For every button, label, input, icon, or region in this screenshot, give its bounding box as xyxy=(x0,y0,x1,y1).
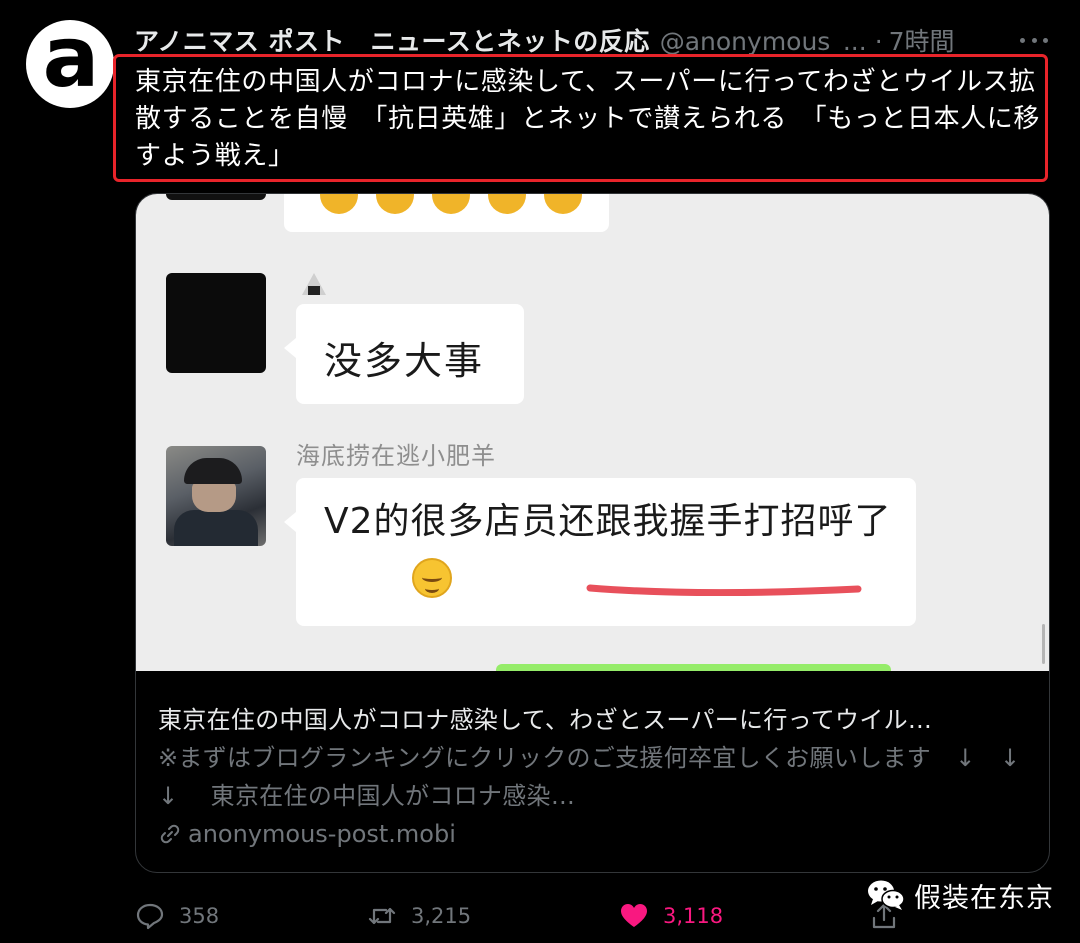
chat-message-1: 没多大事 xyxy=(324,339,485,383)
card-media-image: 没多大事 海底捞在逃小肥羊 V2的很多店员还跟我握手打招呼了 xyxy=(136,194,1049,671)
chat-sender-name: 海底捞在逃小肥羊 xyxy=(296,442,496,470)
emoji-icon xyxy=(432,194,470,214)
separator-dot: · xyxy=(874,27,883,56)
tweet-text-highlight-box: 東京在住の中国人がコロナに感染して、スーパーに行ってわざとウイルス拡散することを… xyxy=(113,54,1048,182)
emoji-icon xyxy=(488,194,526,214)
tweet-text: 東京在住の中国人がコロナに感染して、スーパーに行ってわざとウイルス拡散することを… xyxy=(135,67,1041,171)
chat-bubble-green-partial xyxy=(496,664,891,671)
display-name[interactable]: アノニマス ポスト ニュースとネットの反応 xyxy=(134,22,650,58)
retweet-count: 3,215 xyxy=(411,904,472,928)
heart-icon xyxy=(621,904,647,927)
chat-avatar-photo xyxy=(166,446,266,546)
reply-icon xyxy=(136,903,164,930)
red-underline-mark xyxy=(586,584,862,596)
chat-avatar-black xyxy=(166,273,266,373)
emoji-icon xyxy=(376,194,414,214)
link-preview-card[interactable]: 没多大事 海底捞在逃小肥羊 V2的很多店员还跟我握手打招呼了 東京在住の中国人が… xyxy=(135,193,1050,873)
chat-message-2: V2的很多店员还跟我握手打招呼了 xyxy=(324,501,892,542)
card-title[interactable]: 東京在住の中国人がコロナ感染して、わざとスーパーに行ってウイル… xyxy=(158,700,1038,735)
author-avatar[interactable]: a xyxy=(26,15,114,108)
avatar-logo: a xyxy=(42,8,100,106)
like-count: 3,118 xyxy=(663,904,724,928)
reply-count: 358 xyxy=(179,904,220,928)
tweet-timestamp[interactable]: 7時間 xyxy=(889,22,955,58)
watermark-text: 假装在东京 xyxy=(914,882,1054,914)
card-description: ※まずはブログランキングにクリックのご支援何卒宜しくお願いします ↓ ↓ ↓ 東… xyxy=(158,744,1045,810)
chat-scrollbar xyxy=(1042,624,1045,664)
watermark: 假装在东京 xyxy=(866,875,1054,915)
chat-bubble-2: V2的很多店员还跟我握手打招呼了 xyxy=(284,478,916,626)
chat-bubble-1: 没多大事 xyxy=(284,304,524,404)
like-button[interactable]: 3,118 xyxy=(619,896,723,936)
smiling-emoji-icon xyxy=(412,558,452,598)
retweet-icon xyxy=(368,907,396,925)
reply-button[interactable]: 358 xyxy=(135,896,219,936)
emoji-icon xyxy=(320,194,358,214)
user-handle[interactable]: @anonymous_... xyxy=(660,27,867,56)
card-domain-text: anonymous-post.mobi xyxy=(188,820,456,848)
emoji-icon xyxy=(544,194,582,214)
link-icon xyxy=(160,824,180,844)
wechat-icon xyxy=(868,880,905,910)
retweet-button[interactable]: 3,215 xyxy=(367,896,471,936)
chat-bubble-emoji-row xyxy=(284,194,609,232)
card-domain[interactable]: anonymous-post.mobi xyxy=(158,820,456,848)
more-options-icon[interactable] xyxy=(1020,30,1048,50)
onigiri-icon xyxy=(298,273,330,299)
chat-avatar-top xyxy=(166,194,266,200)
